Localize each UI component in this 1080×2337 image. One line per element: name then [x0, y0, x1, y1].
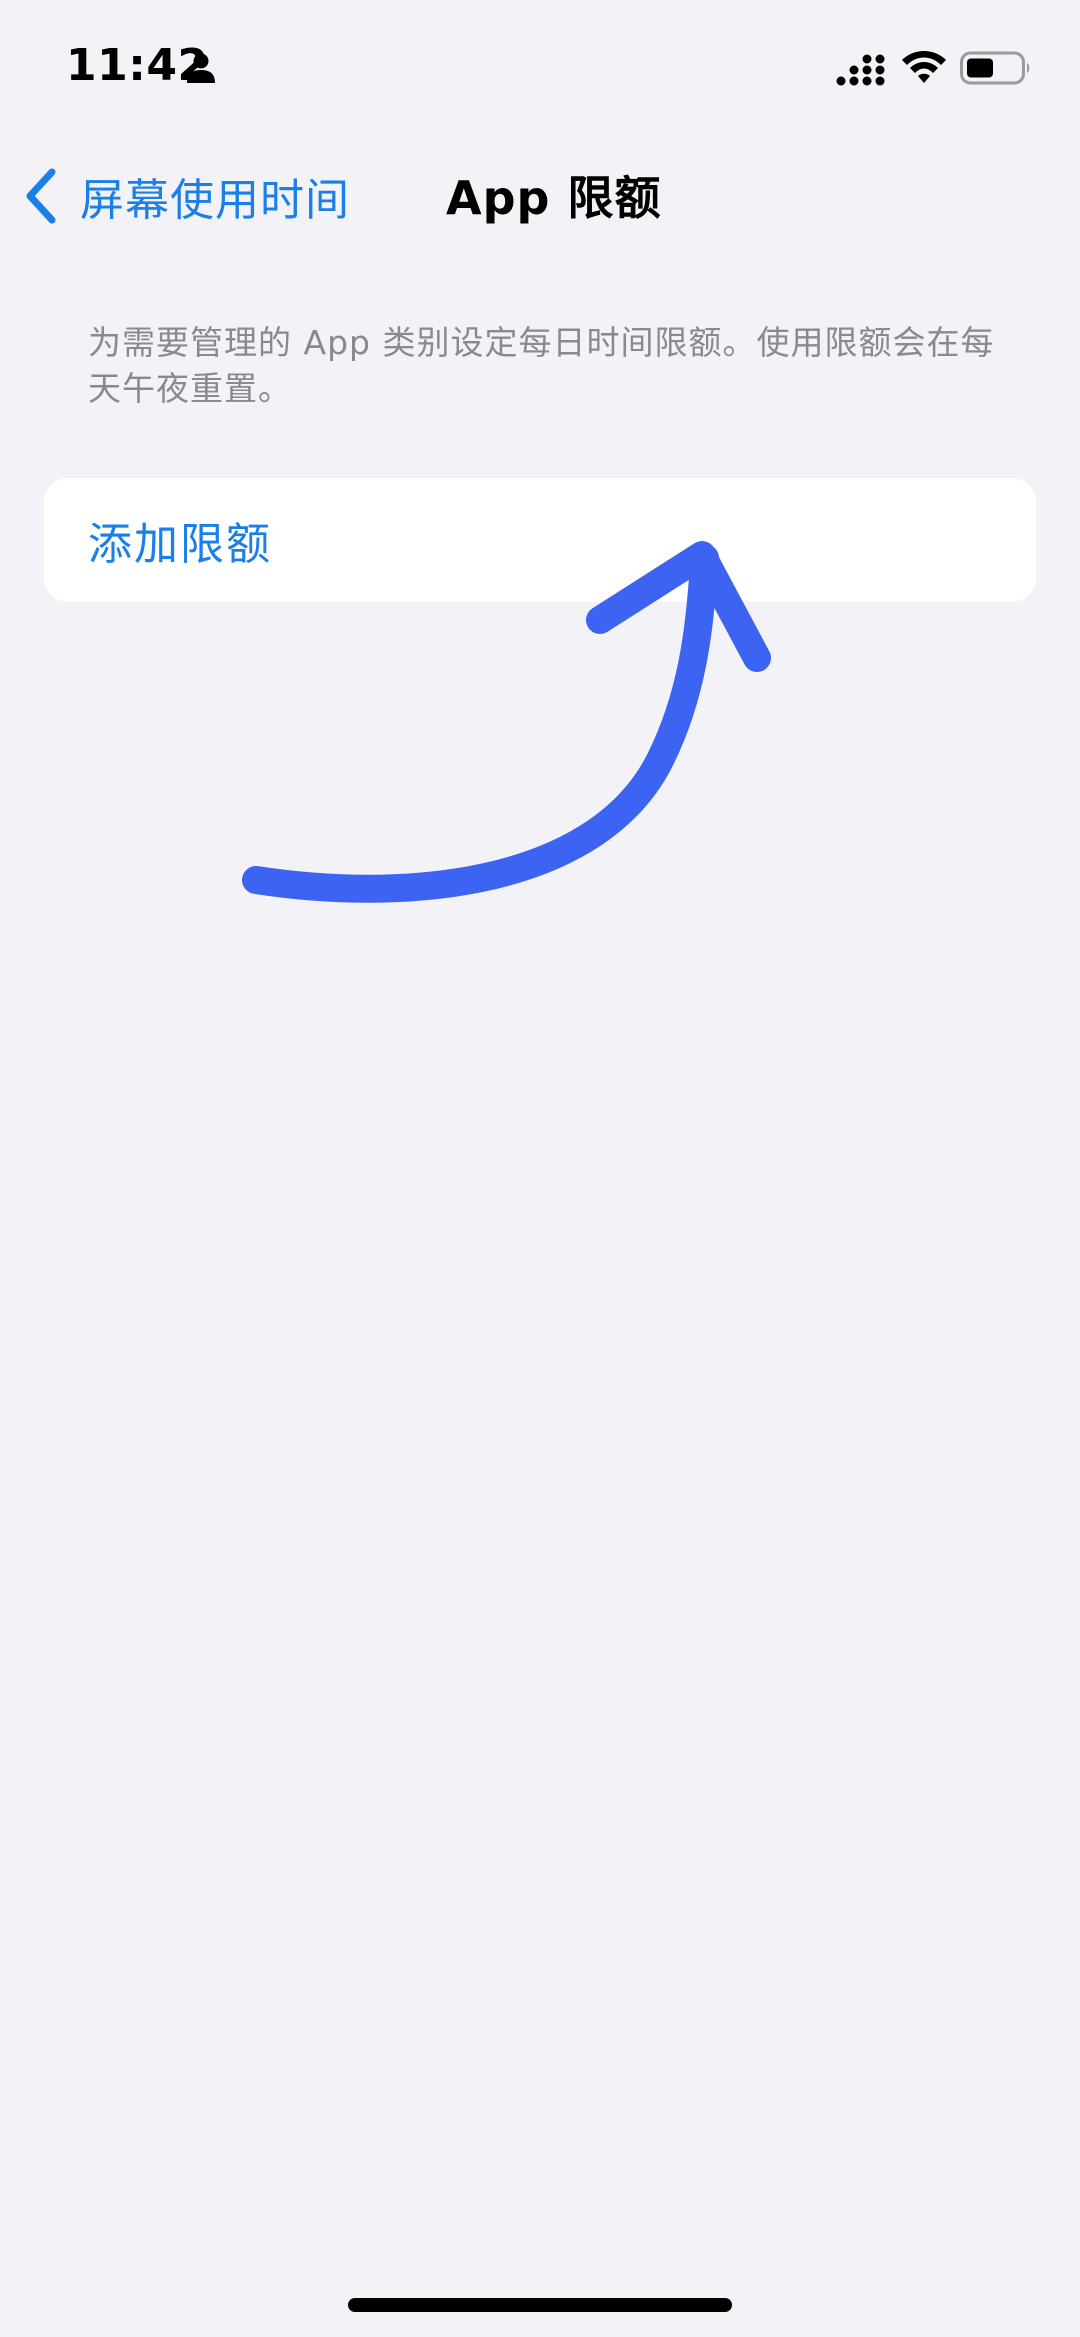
- back-button-label: 屏幕使用时间: [80, 175, 350, 226]
- add-limit-button[interactable]: 添加限额: [88, 478, 272, 602]
- description-text: 为需要管理的 App 类别设定每日时间限额。使用限额会在每天午夜重置。: [88, 323, 995, 408]
- chevron-left-icon: [26, 168, 56, 224]
- page-title: App 限额: [446, 171, 662, 225]
- navigation-bar: 屏幕使用时间 App 限额: [0, 150, 1080, 240]
- person-icon: [187, 53, 215, 83]
- screen: 11:42 屏幕使用时间 App 限额 为需要管理的 App 类别设定每日时间限…: [0, 0, 1080, 2337]
- cellular-signal-icon: [836, 50, 885, 86]
- home-indicator[interactable]: [348, 2298, 732, 2312]
- status-bar: 11:42: [0, 0, 1080, 130]
- back-button[interactable]: 屏幕使用时间: [20, 158, 350, 234]
- add-limit-card: 添加限额: [44, 478, 1036, 602]
- battery-icon: [960, 51, 1030, 85]
- wifi-icon: [902, 51, 946, 83]
